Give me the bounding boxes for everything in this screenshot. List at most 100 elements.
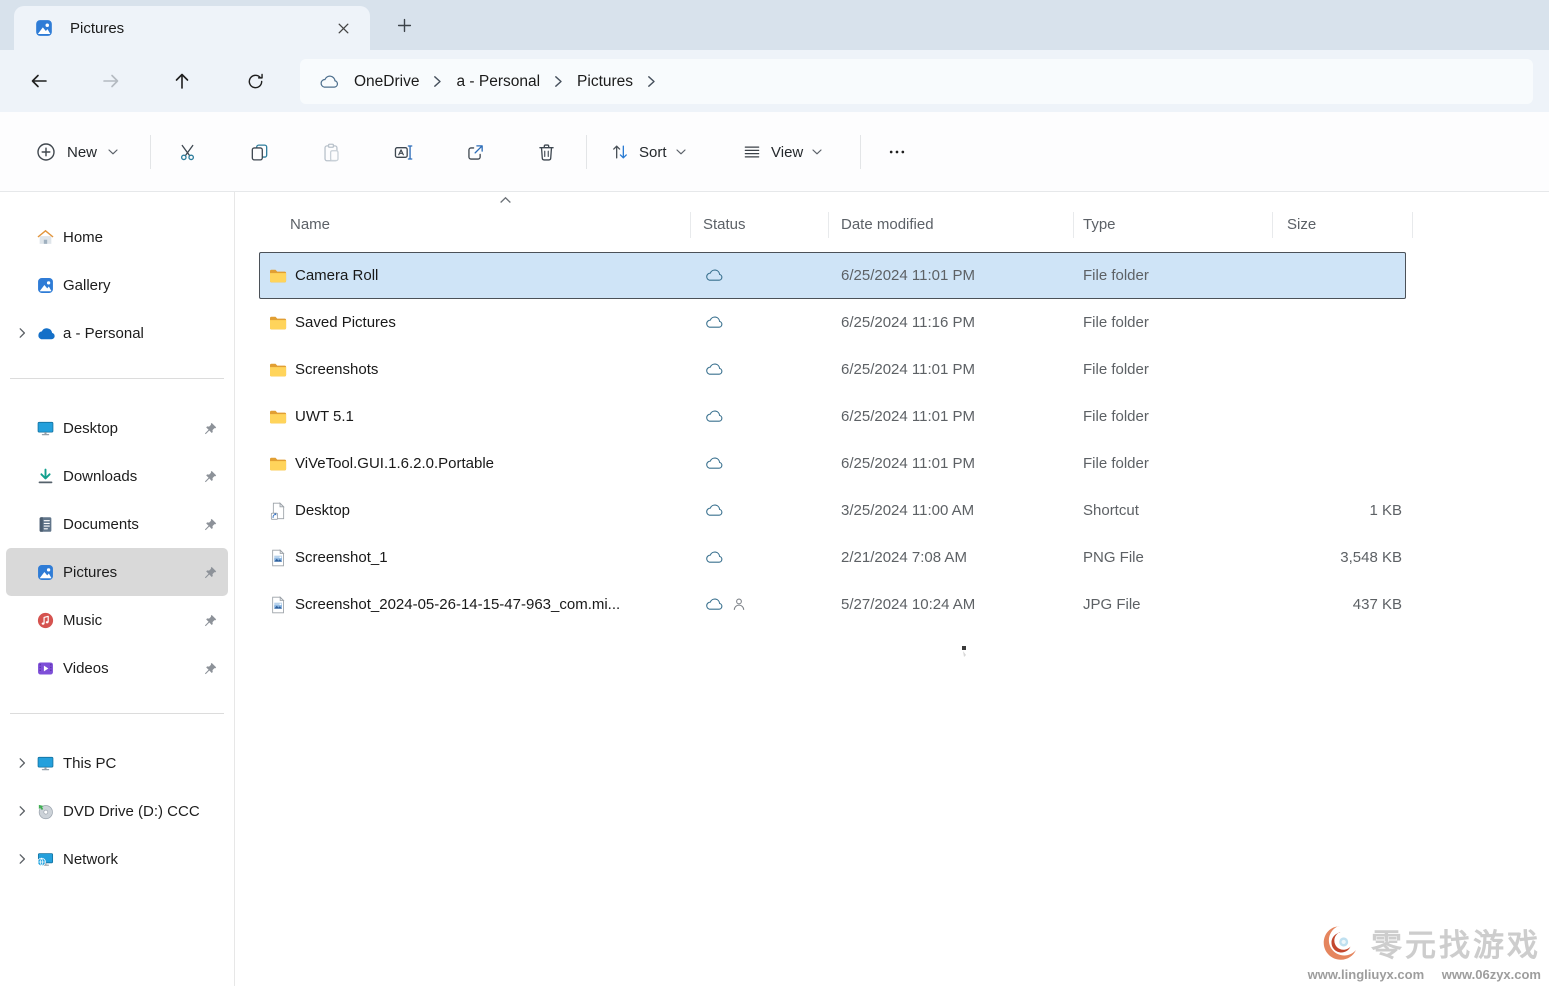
delete-button[interactable] xyxy=(524,130,568,174)
column-header-date-modified[interactable]: Date modified xyxy=(841,205,934,245)
expand-chevron-icon[interactable] xyxy=(16,805,28,817)
tab-bar: Pictures xyxy=(0,0,1549,50)
folder-icon xyxy=(268,313,288,333)
back-arrow-icon xyxy=(29,71,49,91)
column-header-type[interactable]: Type xyxy=(1083,205,1116,245)
chevron-down-icon xyxy=(108,149,118,155)
sort-ascending-icon xyxy=(499,196,512,204)
watermark: 零元找游戏 www.lingliuyx.com www.06zyx.com xyxy=(1294,920,1541,982)
column-header-row: Name Status Date modified Type Size xyxy=(259,205,1429,245)
column-header-name[interactable]: Name xyxy=(290,205,330,245)
column-header-size[interactable]: Size xyxy=(1287,205,1316,245)
breadcrumb: OneDrive a - Personal Pictures xyxy=(318,73,665,91)
table-row[interactable]: Screenshot_12/21/2024 7:08 AMPNG File3,5… xyxy=(259,534,1406,581)
sidebar-item-documents[interactable]: Documents xyxy=(6,500,228,548)
view-lines-icon xyxy=(742,142,762,162)
pin-icon xyxy=(203,469,218,484)
breadcrumb-item[interactable]: OneDrive xyxy=(354,73,419,91)
up-button[interactable] xyxy=(164,63,200,99)
breadcrumb-item[interactable]: Pictures xyxy=(577,73,633,91)
table-row[interactable]: Desktop 3/25/2024 11:00 AM Shortcut 1 KB xyxy=(259,487,1406,534)
breadcrumb-chevron-icon[interactable] xyxy=(554,75,563,88)
expand-chevron-icon[interactable] xyxy=(16,757,28,769)
expand-chevron-icon[interactable] xyxy=(16,853,28,865)
sidebar-item-downloads[interactable]: Downloads xyxy=(6,452,228,500)
column-divider[interactable] xyxy=(828,212,829,238)
sidebar-item-home[interactable]: Home xyxy=(6,213,228,261)
gallery-icon xyxy=(36,276,55,295)
file-name: Desktop xyxy=(295,487,350,534)
column-divider[interactable] xyxy=(1272,212,1273,238)
sidebar-list: HomeGallerya - PersonalDesktopDownloadsD… xyxy=(0,213,234,883)
tab-pictures[interactable]: Pictures xyxy=(14,6,370,50)
breadcrumb-chevron-icon[interactable] xyxy=(647,75,656,88)
sidebar-item-this-pc[interactable]: This PC xyxy=(6,739,228,787)
chevron-slot xyxy=(6,805,36,817)
refresh-button[interactable] xyxy=(237,63,273,99)
sort-button[interactable]: Sort xyxy=(600,130,696,174)
column-divider[interactable] xyxy=(690,212,691,238)
copy-button[interactable] xyxy=(237,130,281,174)
pictures-app-icon xyxy=(34,18,54,38)
column-header-status[interactable]: Status xyxy=(703,205,746,245)
table-row[interactable]: ViVeTool.GUI.1.6.2.0.Portable6/25/2024 1… xyxy=(259,440,1406,487)
table-row[interactable]: Screenshots6/25/2024 11:01 PMFile folder xyxy=(259,346,1406,393)
sidebar-item-a-personal[interactable]: a - Personal xyxy=(6,309,228,357)
share-button[interactable] xyxy=(453,130,497,174)
file-type: Shortcut xyxy=(1083,487,1139,534)
sidebar-item-dvd-drive-d-ccc[interactable]: DVD Drive (D:) CCC xyxy=(6,787,228,835)
chevron-slot xyxy=(6,327,36,339)
folder-icon xyxy=(268,407,288,427)
chevron-slot xyxy=(6,757,36,769)
file-icon-cell xyxy=(268,534,288,581)
pin-slot xyxy=(203,517,218,532)
more-options-button[interactable] xyxy=(875,130,919,174)
expand-chevron-icon[interactable] xyxy=(16,327,28,339)
new-button[interactable]: New xyxy=(24,130,130,174)
status-cell xyxy=(704,252,725,299)
breadcrumb-item[interactable]: a - Personal xyxy=(456,73,540,91)
date-modified: 6/25/2024 11:01 PM xyxy=(841,346,975,393)
sidebar-item-music[interactable]: Music xyxy=(6,596,228,644)
file-type: PNG File xyxy=(1083,534,1144,581)
address-bar[interactable]: OneDrive a - Personal Pictures xyxy=(300,59,1533,104)
column-divider[interactable] xyxy=(1073,212,1074,238)
file-size xyxy=(1192,346,1402,393)
view-button[interactable]: View xyxy=(732,130,832,174)
rename-button[interactable] xyxy=(381,130,425,174)
table-row[interactable]: Camera Roll6/25/2024 11:01 PMFile folder xyxy=(259,252,1406,299)
file-size xyxy=(1192,440,1402,487)
column-divider[interactable] xyxy=(1412,212,1413,238)
breadcrumb-chevron-icon[interactable] xyxy=(433,75,442,88)
date-modified: 3/25/2024 11:00 AM xyxy=(841,487,974,534)
close-tab-icon[interactable] xyxy=(330,15,356,41)
file-size: 1 KB xyxy=(1192,487,1402,534)
tab-title: Pictures xyxy=(70,20,330,37)
paste-button[interactable] xyxy=(309,130,353,174)
sidebar-item-gallery[interactable]: Gallery xyxy=(6,261,228,309)
status-cell xyxy=(704,581,746,628)
sidebar-item-videos[interactable]: Videos xyxy=(6,644,228,692)
plus-icon xyxy=(397,18,412,33)
file-type: File folder xyxy=(1083,252,1149,299)
rename-icon xyxy=(393,142,414,163)
file-icon-cell xyxy=(268,440,288,487)
navigation-bar: OneDrive a - Personal Pictures xyxy=(0,50,1549,112)
table-row[interactable]: Screenshot_2024-05-26-14-15-47-963_com.m… xyxy=(259,581,1406,628)
file-type: File folder xyxy=(1083,393,1149,440)
table-row[interactable]: UWT 5.16/25/2024 11:01 PMFile folder xyxy=(259,393,1406,440)
sidebar-item-network[interactable]: Network xyxy=(6,835,228,883)
sidebar-item-label: a - Personal xyxy=(63,325,144,342)
sidebar-item-pictures[interactable]: Pictures xyxy=(6,548,228,596)
pin-icon xyxy=(203,613,218,628)
new-tab-button[interactable] xyxy=(390,11,418,39)
sidebar-item-desktop[interactable]: Desktop xyxy=(6,404,228,452)
pin-slot xyxy=(203,565,218,580)
date-modified: 2/21/2024 7:08 AM xyxy=(841,534,967,581)
chevron-down-icon xyxy=(676,149,686,155)
shortcut-icon xyxy=(268,501,288,521)
forward-button[interactable] xyxy=(93,63,129,99)
table-row[interactable]: Saved Pictures6/25/2024 11:16 PMFile fol… xyxy=(259,299,1406,346)
cut-button[interactable] xyxy=(165,130,209,174)
back-button[interactable] xyxy=(21,63,57,99)
